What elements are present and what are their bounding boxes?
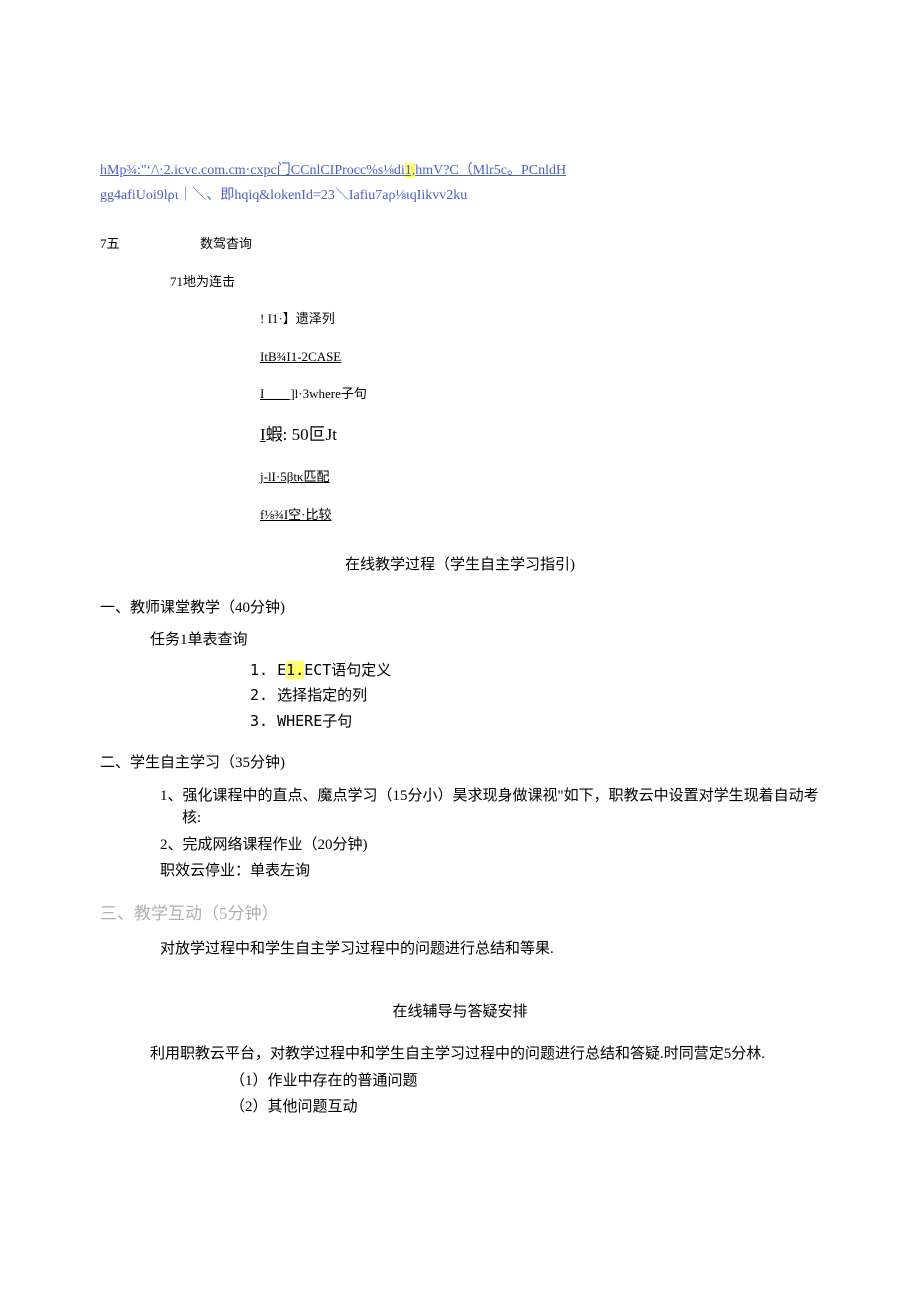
section3-para: 对放学过程中和学生自主学习过程中的问题进行总结和等果.	[160, 938, 820, 961]
outline-text: ItB¾I1-2CASE	[260, 349, 341, 364]
section-7: 7五 数驾杳询 71地为连击 ! I1·】遗泽列 ItB¾I1-2CASE I_…	[100, 234, 820, 524]
outline-text-rest: l·3where子句	[295, 386, 367, 401]
outline-text-rest: 蝦: 50叵Jt	[266, 425, 337, 444]
tutor-heading: 在线辅导与答疑安排	[100, 1001, 820, 1024]
tutor-intro: 利用职教云平台，对教学过程中和学生自主学习过程中的问题进行总结和答疑.时同营定5…	[150, 1043, 820, 1066]
outline-item: f⅛¾I空·比较	[260, 505, 820, 525]
process-heading: 在线教学过程（学生自主学习指引)	[100, 554, 820, 577]
outline-text: f⅛¾I空·比较	[260, 507, 332, 522]
section2-item1: 1、强化课程中的直点、魔点学习（15分小）昊求现身做课视"如下，职教云中设置对学…	[160, 785, 820, 830]
tutor-p2: （2）其他问题互动	[230, 1096, 820, 1119]
outline-pre: !	[260, 311, 268, 326]
tutor-p1: （1）作业中存在的普通问题	[230, 1070, 820, 1093]
sec7-sub: 71地为连击	[170, 272, 820, 292]
section1-task: 任务1单表查询	[150, 629, 820, 652]
outline-text: I1·】遗泽列	[268, 311, 335, 326]
list-item: 3. WHERE子句	[250, 709, 820, 735]
outline-item: j-lI·5βtκ匹配	[260, 467, 820, 487]
outline-item-big: I蝦: 50叵Jt	[260, 422, 820, 448]
outline-item: I____]l·3where子句	[260, 384, 820, 404]
outline-item: ItB¾I1-2CASE	[260, 347, 820, 367]
url-line1-hl: 1,	[405, 163, 416, 178]
sec7-title: 数驾杳询	[200, 234, 252, 254]
list-item: 2. 选择指定的列	[250, 683, 820, 709]
sec7-number: 7五	[100, 234, 200, 254]
section2-item2: 2、完成网络课程作业（20分钟)	[160, 834, 820, 857]
url-line2: gg4afiUoi9lρι｜＼、即hqiq&lokenId=23＼Iafiu7a…	[100, 185, 820, 206]
section2-title: 二、学生自主学习（35分钟)	[100, 752, 820, 775]
url-line1-pre: hMp¾:"ʻ/\·2.icvc.com.cm·cxpc门CCnlCIProcc…	[100, 163, 405, 178]
url-line1-post: hmV?C（Mlr5c。PCnldH	[415, 163, 566, 178]
section1-title: 一、教师课堂教学（40分钟)	[100, 597, 820, 620]
outline-text: j-lI·5βtκ匹配	[260, 469, 330, 484]
outline-text-u: I____]	[260, 386, 295, 401]
outline-item: ! I1·】遗泽列	[260, 309, 820, 329]
section3-title: 三、教学互动（5分钟）	[100, 901, 820, 927]
section2-item3: 职效云停业：单表左询	[160, 860, 820, 883]
section1-list: 1. E1.ECT语句定义 2. 选择指定的列 3. WHERE子句	[250, 658, 820, 735]
list-item: 1. E1.ECT语句定义	[250, 658, 820, 684]
url-block: hMp¾:"ʻ/\·2.icvc.com.cm·cxpc门CCnlCIProcc…	[100, 160, 820, 206]
